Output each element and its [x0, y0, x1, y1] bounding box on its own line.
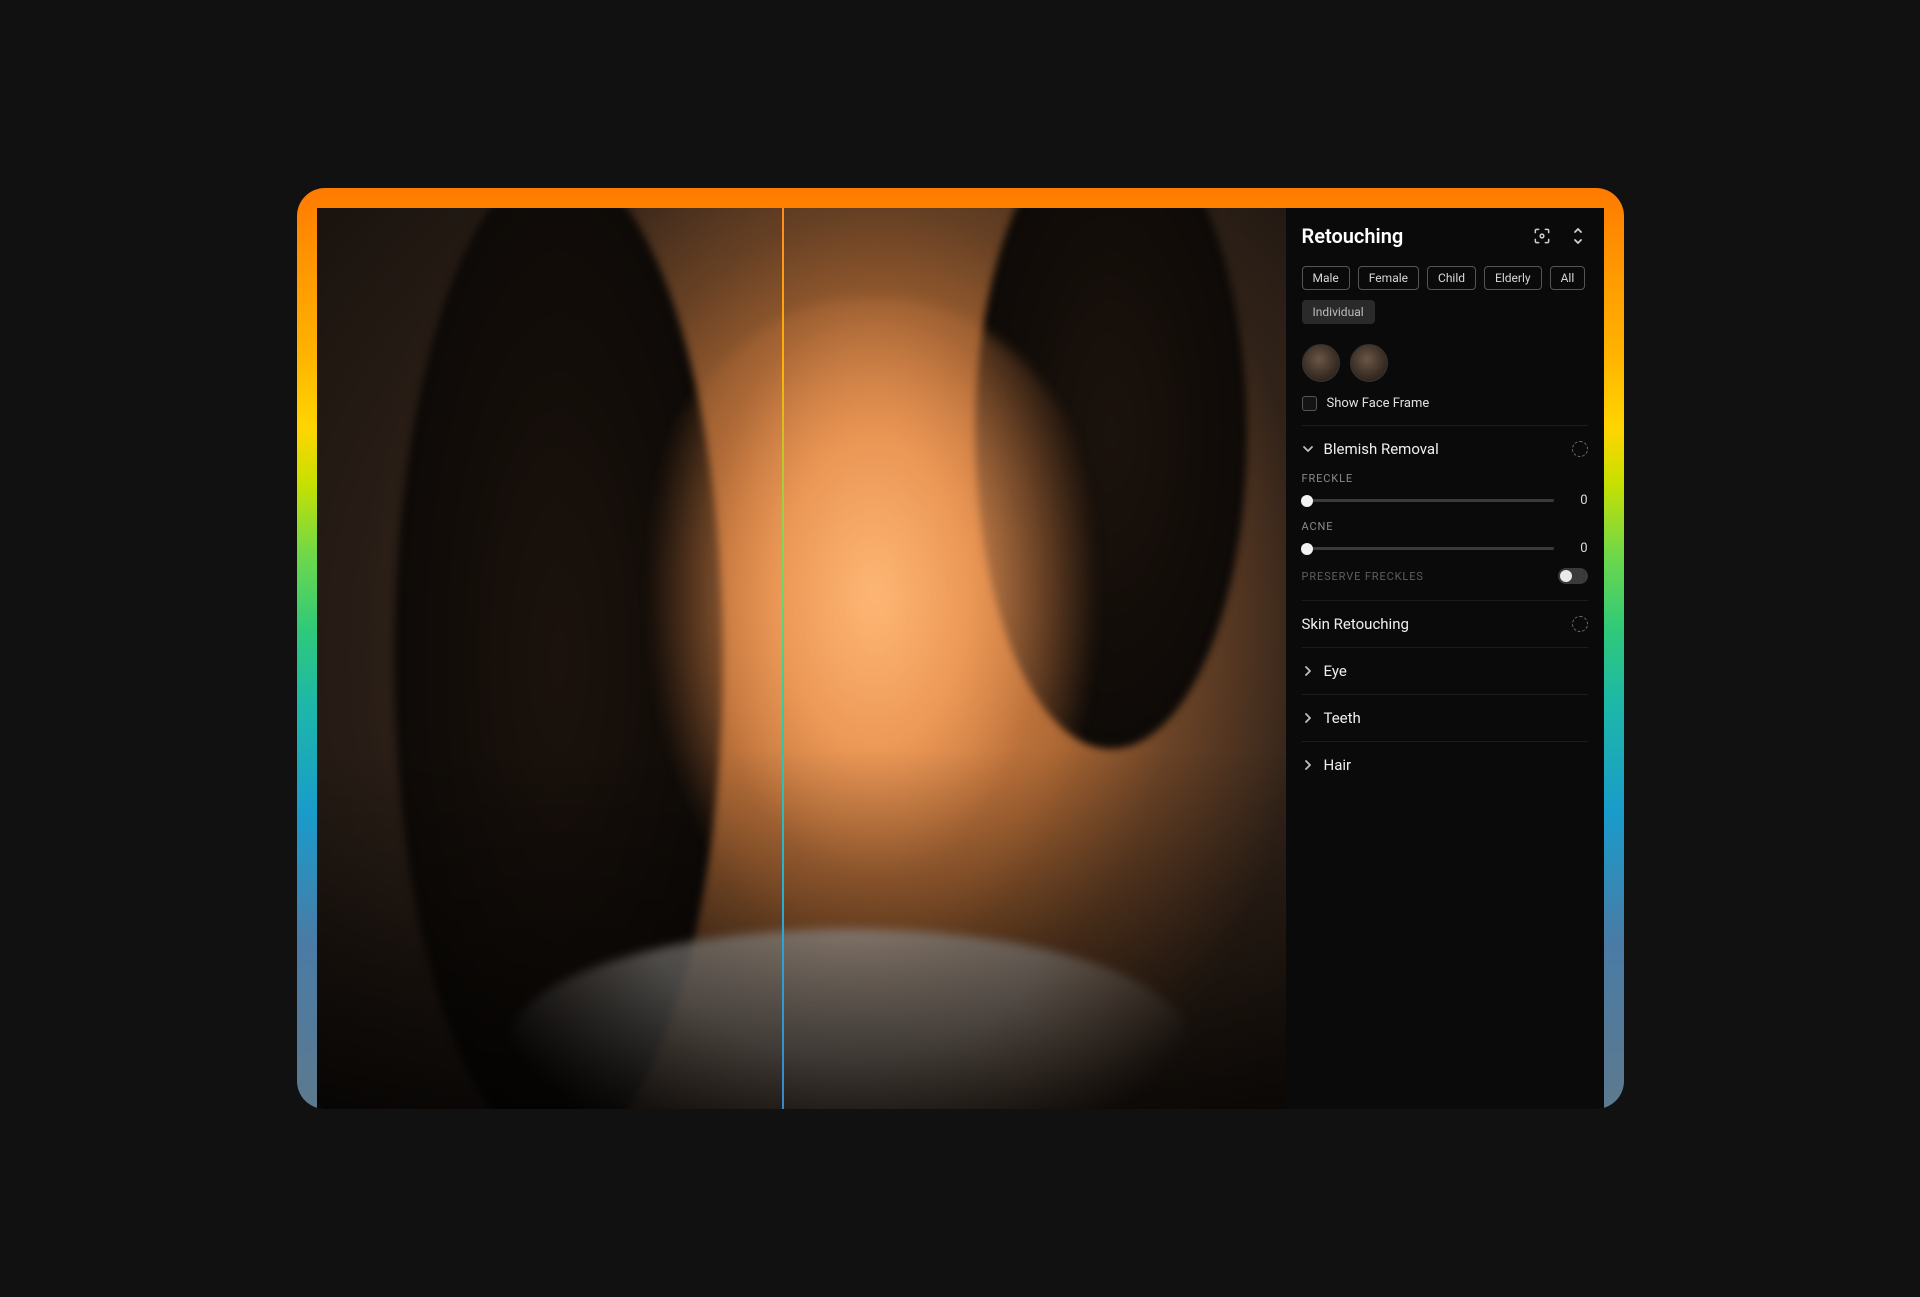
show-face-frame-row: Show Face Frame	[1302, 396, 1588, 411]
gender-age-filter-row: Male Female Child Elderly All	[1302, 266, 1588, 290]
section-hair: Hair	[1302, 741, 1588, 788]
slider-label-acne: ACNE	[1302, 520, 1588, 533]
preserve-freckles-row: PRESERVE FRECKLES	[1302, 568, 1588, 584]
section-eye: Eye	[1302, 647, 1588, 694]
section-teeth: Teeth	[1302, 694, 1588, 741]
mask-indicator-icon[interactable]	[1572, 441, 1588, 457]
sidebar-header: Retouching	[1302, 224, 1588, 248]
filter-chip-male[interactable]: Male	[1302, 266, 1350, 290]
section-title-skin: Skin Retouching	[1302, 615, 1409, 633]
section-title-teeth: Teeth	[1324, 709, 1361, 727]
section-header-eye[interactable]: Eye	[1302, 648, 1588, 694]
slider-block-acne: ACNE 0	[1302, 520, 1588, 556]
show-face-frame-checkbox[interactable]	[1302, 396, 1317, 411]
detected-faces-row	[1302, 344, 1588, 382]
chevron-down-icon	[1302, 443, 1314, 455]
chevron-right-icon	[1302, 665, 1314, 677]
face-thumbnail-2[interactable]	[1350, 344, 1388, 382]
mode-chip-individual[interactable]: Individual	[1302, 300, 1375, 324]
slider-label-freckle: FRECKLE	[1302, 472, 1588, 485]
portrait-face	[607, 298, 1140, 1037]
section-header-hair[interactable]: Hair	[1302, 742, 1588, 788]
section-title-hair: Hair	[1324, 756, 1352, 774]
filter-chip-all[interactable]: All	[1550, 266, 1586, 290]
app-window: Retouching	[317, 208, 1604, 1109]
chevron-right-icon	[1302, 759, 1314, 771]
face-detect-icon[interactable]	[1532, 226, 1552, 246]
slider-acne[interactable]	[1302, 547, 1554, 550]
face-thumbnail-1[interactable]	[1302, 344, 1340, 382]
show-face-frame-label: Show Face Frame	[1327, 396, 1430, 411]
slider-value-freckle: 0	[1568, 493, 1588, 508]
preserve-freckles-label: PRESERVE FRECKLES	[1302, 570, 1424, 583]
slider-freckle[interactable]	[1302, 499, 1554, 502]
section-blemish-removal: Blemish Removal FRECKLE 0	[1302, 425, 1588, 600]
expand-collapse-icon[interactable]	[1568, 226, 1588, 246]
slider-value-acne: 0	[1568, 541, 1588, 556]
section-body-blemish: FRECKLE 0 ACNE	[1302, 472, 1588, 600]
panel-title: Retouching	[1302, 224, 1404, 248]
section-skin-retouching: Skin Retouching	[1302, 600, 1588, 647]
section-header-teeth[interactable]: Teeth	[1302, 695, 1588, 741]
filter-chip-child[interactable]: Child	[1427, 266, 1476, 290]
section-title-eye: Eye	[1324, 662, 1347, 680]
mode-row: Individual	[1302, 300, 1588, 324]
chevron-right-icon	[1302, 712, 1314, 724]
header-icon-group	[1532, 226, 1588, 246]
section-header-skin[interactable]: Skin Retouching	[1302, 601, 1588, 647]
slider-block-freckle: FRECKLE 0	[1302, 472, 1588, 508]
section-header-blemish[interactable]: Blemish Removal	[1302, 426, 1588, 472]
filter-chip-elderly[interactable]: Elderly	[1484, 266, 1542, 290]
before-after-divider[interactable]	[782, 208, 784, 1109]
image-canvas[interactable]	[317, 208, 1286, 1109]
retouching-sidebar: Retouching	[1286, 208, 1604, 1109]
mask-indicator-icon[interactable]	[1572, 616, 1588, 632]
filter-chip-female[interactable]: Female	[1358, 266, 1419, 290]
gradient-frame: Retouching	[297, 188, 1624, 1109]
section-title-blemish: Blemish Removal	[1324, 440, 1439, 458]
preserve-freckles-toggle[interactable]	[1558, 568, 1588, 584]
